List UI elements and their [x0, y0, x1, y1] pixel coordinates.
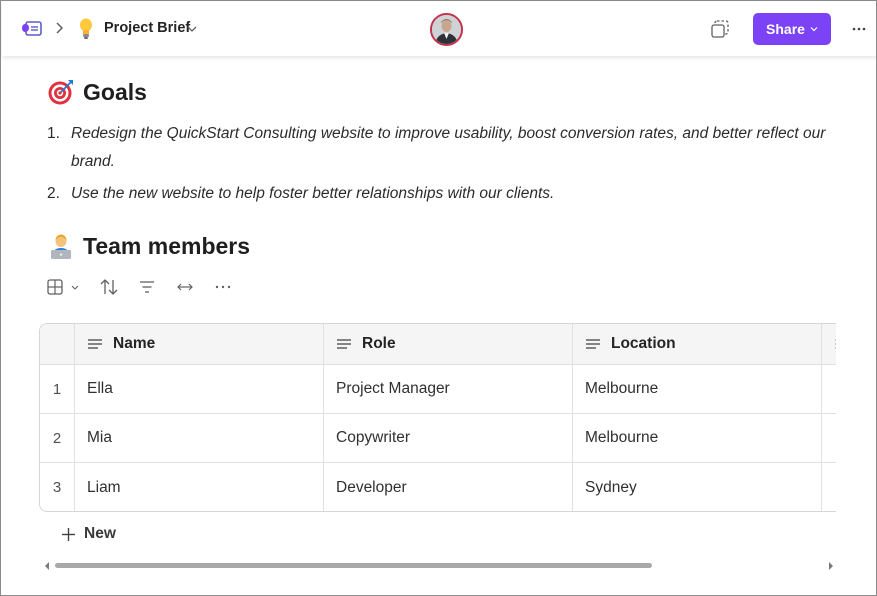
column-header-partial[interactable]	[822, 324, 836, 364]
table-row: 1 Ella Project Manager Melbourne	[40, 365, 836, 414]
team-members-table: Name Role Location 1 Ella Project Manage…	[39, 323, 836, 512]
more-horizontal-icon[interactable]	[214, 277, 232, 297]
sort-icon[interactable]	[99, 277, 119, 297]
text-column-icon	[835, 339, 836, 349]
technologist-icon	[51, 234, 71, 259]
column-header-label: Name	[113, 335, 156, 352]
table-row: 2 Mia Copywriter Melbourne	[40, 414, 836, 463]
plus-icon	[62, 527, 75, 541]
column-header-location[interactable]: Location	[573, 324, 822, 364]
top-bar: Project Brief Share	[2, 2, 876, 56]
row-number[interactable]: 1	[40, 365, 75, 413]
table-grid: Name Role Location 1 Ella Project Manage…	[39, 323, 836, 512]
text-column-icon	[586, 339, 600, 349]
horizontal-scrollbar[interactable]	[41, 561, 837, 571]
scroll-left-arrow-icon[interactable]	[44, 562, 50, 570]
cell-partial[interactable]	[822, 365, 836, 413]
cell-role[interactable]: Developer	[324, 463, 573, 511]
cell-name[interactable]: Mia	[75, 414, 324, 462]
list-item-number: 2.	[47, 185, 60, 202]
list-item[interactable]: 1. Redesign the QuickStart Consulting we…	[47, 120, 837, 176]
cell-location[interactable]: Melbourne	[573, 365, 822, 413]
list-item-text[interactable]: Use the new website to help foster bette…	[71, 180, 837, 208]
share-button[interactable]: Share	[753, 13, 831, 45]
column-header-role[interactable]: Role	[324, 324, 573, 364]
cell-partial[interactable]	[822, 414, 836, 462]
scrollbar-thumb[interactable]	[55, 563, 652, 568]
add-row-button[interactable]: New	[61, 525, 116, 543]
column-header-label: Location	[611, 335, 676, 352]
chevron-down-icon[interactable]	[187, 25, 197, 33]
row-number[interactable]: 3	[40, 463, 75, 511]
list-item[interactable]: 2. Use the new website to help foster be…	[47, 180, 837, 208]
filter-icon[interactable]	[138, 277, 156, 297]
copy-component-icon[interactable]	[709, 19, 731, 39]
column-header-label: Role	[362, 335, 396, 352]
document-title[interactable]: Project Brief	[104, 20, 190, 36]
cell-partial[interactable]	[822, 463, 836, 511]
text-column-icon	[88, 339, 102, 349]
cell-location[interactable]: Melbourne	[573, 414, 822, 462]
lightbulb-icon	[80, 18, 92, 39]
direct-hit-icon	[48, 80, 73, 105]
list-item-number: 1.	[47, 125, 60, 142]
scroll-right-arrow-icon[interactable]	[828, 562, 834, 570]
share-label: Share	[766, 21, 805, 37]
cell-name[interactable]: Liam	[75, 463, 324, 511]
cell-role[interactable]: Project Manager	[324, 365, 573, 413]
avatar-image	[432, 15, 461, 44]
goals-heading[interactable]: Goals	[47, 78, 147, 106]
column-header-name[interactable]: Name	[75, 324, 324, 364]
add-row-label: New	[84, 525, 116, 542]
row-number[interactable]: 2	[40, 414, 75, 462]
goals-list: 1. Redesign the QuickStart Consulting we…	[47, 120, 837, 212]
text-column-icon	[337, 339, 351, 349]
table-row: 3 Liam Developer Sydney	[40, 463, 836, 511]
team-members-heading-text: Team members	[83, 232, 251, 259]
goals-heading-text: Goals	[83, 78, 147, 105]
avatar[interactable]	[430, 13, 463, 46]
loop-app-icon[interactable]	[21, 19, 43, 39]
app-window: Project Brief Share Goals 1. Redesign th…	[0, 0, 877, 596]
chevron-down-icon	[810, 27, 818, 32]
table-view-icon[interactable]	[47, 277, 81, 297]
list-item-text[interactable]: Redesign the QuickStart Consulting websi…	[71, 120, 837, 176]
cell-name[interactable]: Ella	[75, 365, 324, 413]
column-width-icon[interactable]	[175, 277, 195, 297]
chevron-right-icon	[56, 22, 64, 34]
more-horizontal-icon[interactable]	[851, 22, 867, 36]
cell-location[interactable]: Sydney	[573, 463, 822, 511]
row-number-header[interactable]	[40, 324, 75, 364]
team-members-heading[interactable]: Team members	[47, 232, 250, 260]
table-header-row: Name Role Location	[40, 324, 836, 365]
cell-role[interactable]: Copywriter	[324, 414, 573, 462]
